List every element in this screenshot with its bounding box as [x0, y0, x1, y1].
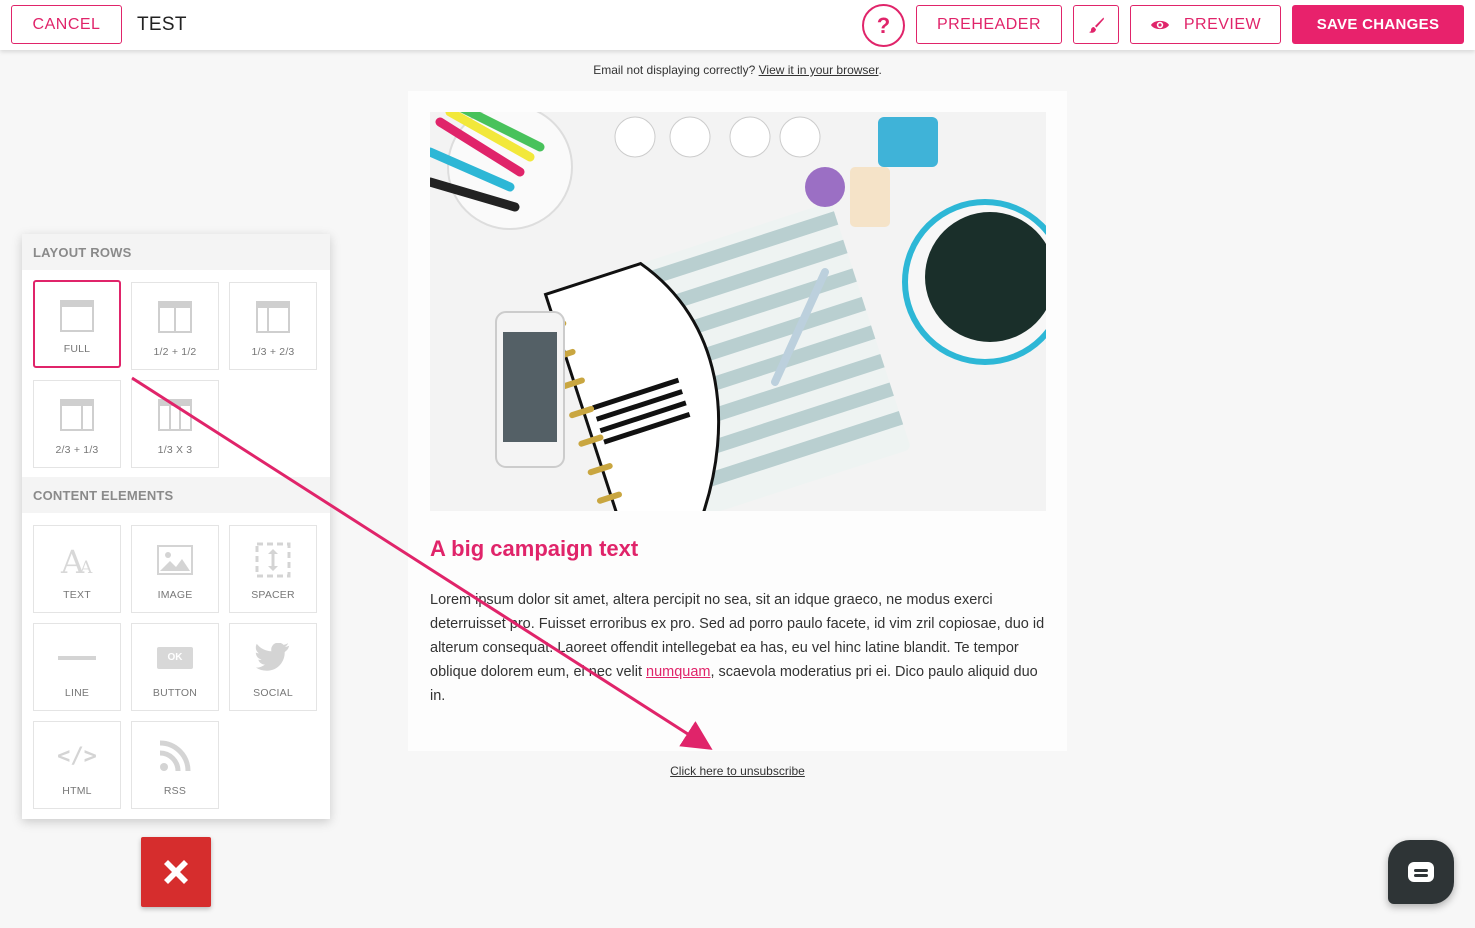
third-twothirds-icon: [230, 297, 316, 337]
browser-notice-text: Email not displaying correctly?: [593, 63, 756, 77]
line-icon: [34, 638, 120, 678]
campaign-body-text[interactable]: Lorem ipsum dolor sit amet, altera perci…: [430, 588, 1045, 708]
desk-flatlay-photo: [430, 112, 1046, 511]
text-icon: AA: [34, 540, 120, 580]
twothirds-third-icon: [34, 395, 120, 435]
full-row-icon: [35, 296, 119, 336]
tile-label: LINE: [64, 687, 90, 699]
layout-half-half-tile[interactable]: 1/2 + 1/2: [131, 282, 219, 370]
preview-label: PREVIEW: [1183, 15, 1262, 33]
code-icon-text: </>: [57, 743, 97, 769]
three-thirds-icon: [132, 395, 218, 435]
tile-label: RSS: [163, 785, 187, 797]
rss-element-tile[interactable]: RSS: [131, 721, 219, 809]
button-icon-text: OK: [157, 647, 193, 669]
tile-label: TEXT: [63, 589, 91, 601]
hero-image[interactable]: [430, 112, 1046, 511]
campaign-headline[interactable]: A big campaign text: [430, 536, 638, 562]
close-panel-button[interactable]: [141, 837, 211, 907]
image-element-tile[interactable]: IMAGE: [131, 525, 219, 613]
eye-icon: [1150, 20, 1169, 29]
chat-icon: [1408, 862, 1434, 882]
browser-notice-tail: .: [878, 63, 882, 77]
layout-full-tile[interactable]: FULL: [33, 280, 121, 368]
chat-widget-button[interactable]: [1388, 840, 1454, 904]
line-element-tile[interactable]: LINE: [33, 623, 121, 711]
builder-panel: LAYOUT ROWS FULL 1/2 + 1/2 1/3 + 2/3 2/3…: [22, 234, 330, 819]
tile-label: SOCIAL: [253, 687, 293, 699]
button-icon: OK: [132, 638, 218, 678]
cancel-button[interactable]: CANCEL: [11, 5, 122, 44]
tile-label: BUTTON: [152, 687, 198, 699]
text-element-tile[interactable]: AA TEXT: [33, 525, 121, 613]
save-changes-button[interactable]: SAVE CHANGES: [1292, 5, 1464, 44]
layout-rows-header: LAYOUT ROWS: [22, 234, 330, 270]
twitter-icon: [230, 638, 316, 678]
tile-label: 1/3 X 3: [157, 444, 193, 456]
html-element-tile[interactable]: </> HTML: [33, 721, 121, 809]
preheader-button[interactable]: PREHEADER: [916, 5, 1062, 44]
image-icon: [132, 540, 218, 580]
close-icon: [164, 860, 188, 884]
tile-label: HTML: [62, 785, 92, 797]
content-elements-header: CONTENT ELEMENTS: [22, 477, 330, 513]
tile-label: IMAGE: [157, 589, 193, 601]
brush-icon: [1089, 17, 1104, 33]
top-toolbar: CANCEL TEST ? PREHEADER PREVIEW SAVE CHA…: [0, 0, 1475, 50]
preview-button[interactable]: PREVIEW: [1130, 5, 1281, 44]
layout-three-thirds-tile[interactable]: 1/3 X 3: [131, 380, 219, 468]
spacer-icon: [230, 540, 316, 580]
document-title: TEST: [137, 14, 187, 35]
layout-third-twothirds-tile[interactable]: 1/3 + 2/3: [229, 282, 317, 370]
tile-label: FULL: [63, 343, 91, 355]
browser-notice: Email not displaying correctly? View it …: [0, 63, 1475, 77]
code-icon: </>: [34, 736, 120, 776]
tile-label: 1/3 + 2/3: [251, 346, 295, 358]
social-element-tile[interactable]: SOCIAL: [229, 623, 317, 711]
tile-label: SPACER: [251, 589, 295, 601]
help-icon: ?: [876, 12, 891, 38]
button-element-tile[interactable]: OK BUTTON: [131, 623, 219, 711]
style-button[interactable]: [1073, 5, 1119, 44]
help-button[interactable]: ?: [862, 4, 905, 47]
tile-label: 2/3 + 1/3: [55, 444, 99, 456]
rss-icon: [132, 736, 218, 776]
half-half-icon: [132, 297, 218, 337]
view-in-browser-link[interactable]: View it in your browser: [759, 63, 879, 77]
tile-label: 1/2 + 1/2: [153, 346, 197, 358]
svg-text:A: A: [79, 558, 93, 576]
unsubscribe-link[interactable]: Click here to unsubscribe: [670, 764, 805, 778]
layout-twothirds-third-tile[interactable]: 2/3 + 1/3: [33, 380, 121, 468]
spacer-element-tile[interactable]: SPACER: [229, 525, 317, 613]
body-inline-link[interactable]: numquam: [646, 664, 710, 680]
